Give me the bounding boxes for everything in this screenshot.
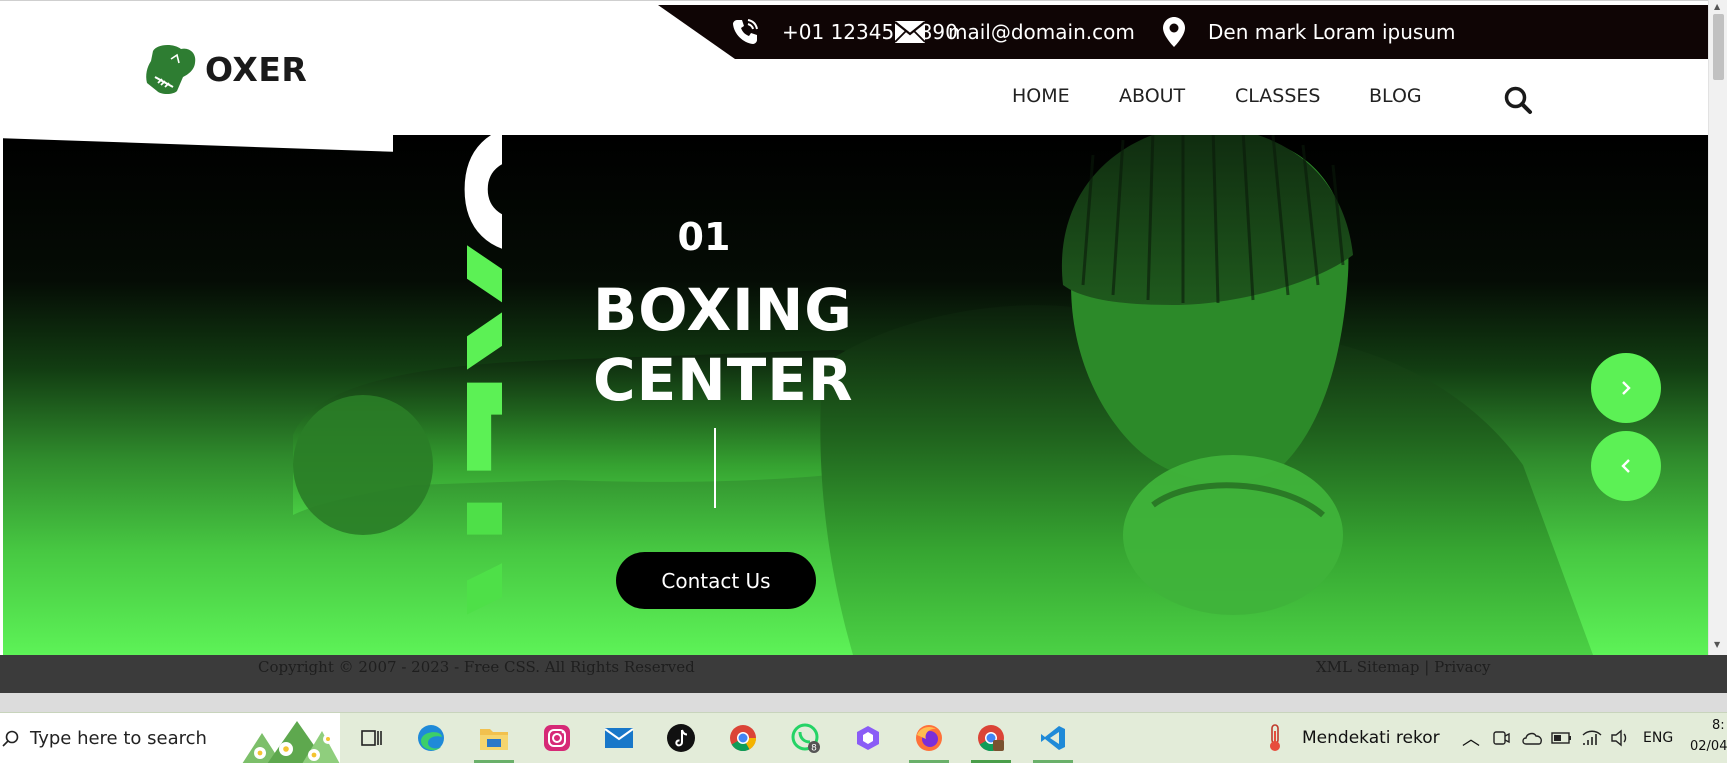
- chrome-icon[interactable]: [726, 721, 760, 755]
- scroll-thumb[interactable]: [1713, 14, 1724, 80]
- email-address: mail@domain.com: [948, 20, 1135, 44]
- clock-date[interactable]: 02/04: [1690, 739, 1727, 754]
- scroll-down-arrow[interactable]: ▼: [1714, 640, 1720, 649]
- chevron-right-icon: [1622, 381, 1631, 395]
- search-button[interactable]: [1503, 85, 1533, 119]
- svg-text:E: E: [426, 367, 502, 483]
- mail-app-icon[interactable]: [602, 721, 636, 755]
- search-icon: [2, 730, 19, 747]
- hero-divider: [714, 428, 716, 508]
- whatsapp-icon[interactable]: 8: [789, 721, 823, 755]
- map-pin-icon: [1163, 17, 1185, 47]
- windows-taskbar: Type here to search 8 Mendekati rekor ︿ …: [0, 712, 1727, 763]
- chevron-up-icon[interactable]: ︿: [1462, 725, 1480, 751]
- onedrive-icon[interactable]: [1520, 721, 1544, 755]
- nav-classes[interactable]: CLASSES: [1235, 85, 1320, 107]
- envelope-icon: [894, 21, 926, 43]
- language-indicator[interactable]: ENG: [1643, 730, 1673, 746]
- svg-text:R: R: [426, 487, 502, 618]
- instagram-icon[interactable]: [540, 721, 574, 755]
- tiktok-icon[interactable]: [664, 721, 698, 755]
- clock-time[interactable]: 8:: [1712, 718, 1725, 733]
- chrome-profile-icon[interactable]: [974, 721, 1008, 755]
- browser-page: +01 1234567890 mail@domain.com Den mark …: [0, 0, 1727, 763]
- location-contact[interactable]: Den mark Loram ipusum: [1162, 5, 1456, 59]
- nav-home[interactable]: HOME: [1012, 85, 1070, 107]
- svg-text:X: X: [426, 242, 502, 373]
- location-text: Den mark Loram ipusum: [1208, 20, 1456, 44]
- site-logo[interactable]: OXER: [143, 41, 307, 97]
- nav-about[interactable]: ABOUT: [1119, 85, 1185, 107]
- page-scrollbar[interactable]: ▲ ▼: [1708, 0, 1727, 655]
- hero-title: BOXING CENTER: [593, 275, 854, 415]
- copilot-icon[interactable]: [851, 721, 885, 755]
- battery-icon[interactable]: [1550, 721, 1574, 755]
- boxer-photo: [293, 135, 1593, 655]
- vertical-oxer-word: O X E R: [426, 135, 502, 618]
- vscode-icon[interactable]: [1036, 721, 1070, 755]
- search-icon: [1504, 86, 1532, 114]
- chevron-left-icon: [1621, 459, 1630, 473]
- hero-title-line2: CENTER: [593, 346, 854, 414]
- weather-text[interactable]: Mendekati rekor: [1302, 728, 1440, 748]
- contact-us-button[interactable]: Contact Us: [616, 552, 816, 609]
- file-explorer-icon[interactable]: [477, 721, 511, 755]
- scroll-up-arrow[interactable]: ▲: [1714, 2, 1720, 11]
- volume-icon[interactable]: [1608, 721, 1632, 755]
- hero-title-line1: BOXING: [593, 276, 853, 344]
- taskbar-search-placeholder: Type here to search: [30, 728, 207, 749]
- meet-now-icon[interactable]: [1490, 721, 1512, 755]
- copyright-text: Copyright © 2007 - 2023 - Free CSS. All …: [258, 658, 695, 676]
- hero-slider: O X E R 01 BOXING CENTER Contact Us: [3, 135, 1708, 655]
- task-view-icon[interactable]: [354, 721, 388, 755]
- phone-icon: [733, 19, 758, 44]
- whatsapp-badge: 8: [811, 744, 817, 754]
- footer-links[interactable]: XML Sitemap | Privacy: [1316, 658, 1490, 676]
- site-header: +01 1234567890 mail@domain.com Den mark …: [3, 5, 1708, 135]
- edge-browser-icon[interactable]: [414, 721, 448, 755]
- prev-slide-button[interactable]: [1591, 431, 1661, 501]
- thermometer-icon[interactable]: [1258, 721, 1292, 755]
- logo-text: OXER: [205, 49, 308, 89]
- flowers-illustration: [242, 721, 340, 763]
- site-footer: Copyright © 2007 - 2023 - Free CSS. All …: [0, 655, 1727, 693]
- contact-topbar: +01 1234567890 mail@domain.com Den mark …: [658, 5, 1708, 59]
- email-contact[interactable]: mail@domain.com: [894, 5, 1135, 59]
- nav-blog[interactable]: BLOG: [1369, 85, 1422, 107]
- window-bottom-strip: [0, 693, 1727, 712]
- boxing-glove-icon: [146, 45, 196, 94]
- next-slide-button[interactable]: [1591, 353, 1661, 423]
- slide-number: 01: [677, 215, 731, 259]
- firefox-icon[interactable]: [912, 721, 946, 755]
- wifi-icon[interactable]: [1580, 721, 1604, 755]
- taskbar-search[interactable]: Type here to search: [0, 713, 340, 763]
